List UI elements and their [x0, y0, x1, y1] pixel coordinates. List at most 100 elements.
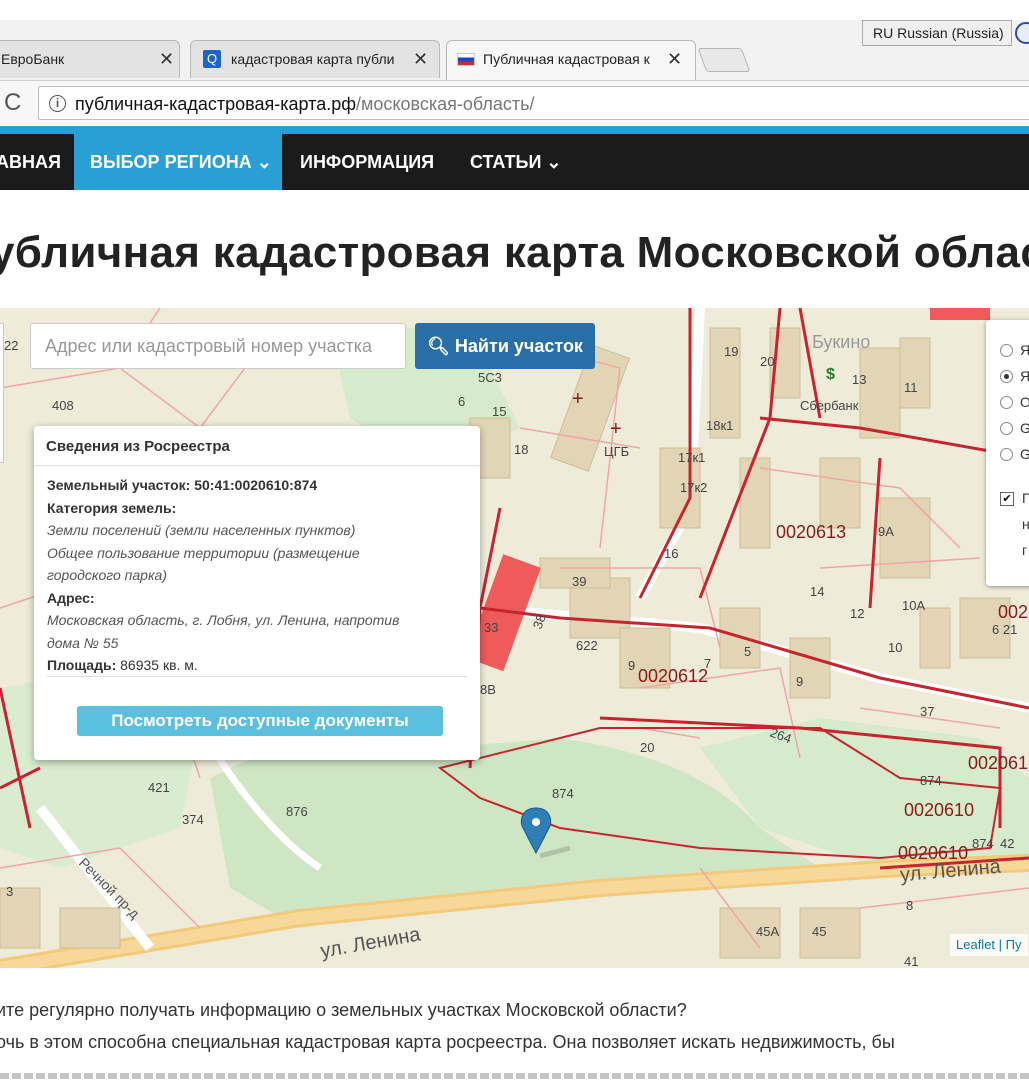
quarter-label: 0020613 — [776, 522, 847, 542]
radio-button[interactable] — [1000, 344, 1013, 357]
tab-label: кадастровая карта публи — [231, 51, 395, 67]
house-number: 8В — [480, 682, 496, 697]
address-bar[interactable]: i публичная-кадастровая-карта.рф/московс… — [38, 86, 1029, 120]
intro-paragraph: ите регулярно получать информацию о земе… — [0, 1000, 687, 1020]
house-number: 17к1 — [678, 450, 706, 465]
layer-label: Я — [1020, 342, 1029, 358]
house-number: 15 — [492, 404, 507, 419]
new-tab-button[interactable] — [697, 48, 751, 72]
cadastral-map[interactable]: 0020613 0020612 0020610 0020610 002061 0… — [0, 308, 1029, 968]
zoom-control[interactable] — [0, 323, 4, 463]
house-number: 13 — [852, 372, 867, 387]
address-bar-row: C i публичная-кадастровая-карта.рф/моско… — [0, 80, 1029, 126]
quarter-label: 0020610 — [904, 800, 975, 820]
close-icon[interactable]: ✕ — [667, 49, 682, 70]
house-number: 10А — [902, 598, 926, 613]
find-parcel-button[interactable]: 🔍︎ Найти участок — [415, 323, 595, 369]
area-label: Площадь: — [47, 657, 117, 673]
radio-button[interactable] — [1000, 396, 1013, 409]
close-icon[interactable]: ✕ — [159, 49, 174, 70]
title-strip — [0, 0, 1029, 20]
search-input[interactable]: Адрес или кадастровый номер участка — [30, 323, 406, 369]
reload-icon[interactable]: C — [4, 89, 21, 117]
view-documents-button[interactable]: Посмотреть доступные документы — [77, 706, 443, 736]
leaflet-link[interactable]: Leaflet — [956, 937, 995, 952]
tab-cadastral-map[interactable]: Публичная кадастровая к ✕ — [446, 40, 696, 80]
house-number: 45А — [756, 924, 780, 939]
attribution-rest[interactable]: | Пу — [999, 937, 1022, 952]
parcel-label: Земельный участок: — [47, 477, 191, 493]
poi-label: ЦГБ — [604, 444, 630, 459]
tab-strip: ЕвроБанк ✕ Q кадастровая карта публи ✕ П… — [0, 40, 1029, 80]
nav-home[interactable]: АВНАЯ — [0, 134, 74, 190]
nav-information[interactable]: ИНФОРМАЦИЯ — [300, 134, 434, 190]
cut-off-text-line — [0, 1064, 1029, 1080]
rosreestr-popup: Сведения из Росреестра Земельный участок… — [34, 426, 480, 760]
house-number: 18к1 — [706, 418, 734, 433]
hospital-icon: + — [610, 418, 622, 440]
close-icon[interactable]: ✕ — [413, 49, 428, 70]
house-number: 11 — [904, 380, 918, 395]
accent-line — [0, 126, 1029, 134]
category-value: городского парка) — [47, 567, 167, 583]
radio-button[interactable] — [1000, 448, 1013, 461]
house-number: 408 — [52, 398, 74, 413]
radio-button[interactable] — [1000, 422, 1013, 435]
popup-divider — [47, 676, 467, 677]
category-value: Земли поселений (земли населенных пункто… — [47, 522, 356, 538]
nav-articles[interactable]: СТАТЬИ ⌄ — [470, 134, 561, 190]
house-number: 7 — [704, 656, 712, 671]
address-value: дома № 55 — [47, 634, 119, 651]
house-number: 33 — [484, 620, 499, 635]
house-number: 22 — [4, 338, 19, 353]
tab-search[interactable]: Q кадастровая карта публи ✕ — [190, 40, 440, 78]
page-title: убличная кадастровая карта Московской об… — [0, 228, 1029, 277]
house-number: 37 — [920, 704, 935, 719]
parcel-label: 874 — [972, 836, 994, 851]
address-value: Московская область, г. Лобня, ул. Ленина… — [47, 612, 400, 628]
search-icon: Q — [203, 50, 221, 68]
parcel-label: 874 — [920, 773, 942, 788]
quarter-label: 0020612 — [638, 666, 709, 686]
url-host: публичная-кадастровая-карта.рф — [75, 94, 357, 114]
tab-label: ЕвроБанк — [1, 51, 65, 67]
tab-eurobank[interactable]: ЕвроБанк ✕ — [0, 40, 180, 78]
overlay-label: П — [1022, 490, 1029, 506]
house-number: 14 — [810, 584, 825, 599]
category-label: Категория земель: — [47, 499, 177, 516]
nav-region-select[interactable]: ВЫБОР РЕГИОНА ⌄ — [74, 134, 282, 190]
house-number: 10 — [888, 640, 903, 655]
map-attribution: Leaflet | Пу — [950, 934, 1028, 956]
popup-body: Земельный участок: 50:41:0020610:874 Кат… — [47, 474, 467, 677]
browser-chrome: RU Russian (Russia) ЕвроБанк ✕ Q кадастр… — [0, 0, 1029, 134]
find-parcel-label: Найти участок — [454, 336, 583, 356]
url-text: публичная-кадастровая-карта.рф/московска… — [75, 94, 535, 115]
overlay-label: г — [1022, 542, 1028, 558]
parcel-number[interactable]: 50:41:0020610:874 — [194, 477, 317, 493]
layer-label: G — [1020, 420, 1029, 436]
house-number: 876 — [286, 804, 308, 819]
house-number: 17к2 — [680, 480, 708, 495]
layer-label: Я — [1020, 368, 1029, 384]
quarter-label: 002 — [998, 602, 1029, 622]
hospital-icon: + — [572, 388, 584, 410]
house-number: 20 — [760, 354, 775, 369]
layer-label: О — [1020, 394, 1029, 410]
house-number: 12 — [850, 606, 865, 621]
area-value: 86935 кв. м. — [120, 657, 198, 673]
overlay-checkbox[interactable]: ✔ — [1000, 492, 1014, 506]
radio-button[interactable] — [1000, 370, 1013, 383]
popup-title: Сведения из Росреестра — [34, 426, 480, 466]
house-number: 3 — [6, 884, 14, 899]
house-number: 5С3 — [478, 370, 502, 385]
layer-label: G — [1020, 446, 1029, 462]
info-icon[interactable]: i — [49, 95, 66, 112]
parcel-label: 874 — [552, 786, 574, 801]
url-path: /московская-область/ — [356, 94, 535, 114]
house-number: 9А — [878, 524, 894, 539]
house-number: 421 — [148, 780, 170, 795]
house-number: 9 — [796, 674, 804, 689]
address-label: Адрес: — [47, 589, 95, 606]
house-number: 374 — [182, 812, 204, 827]
intro-paragraph: очь в этом способна специальная кадастро… — [0, 1032, 895, 1052]
